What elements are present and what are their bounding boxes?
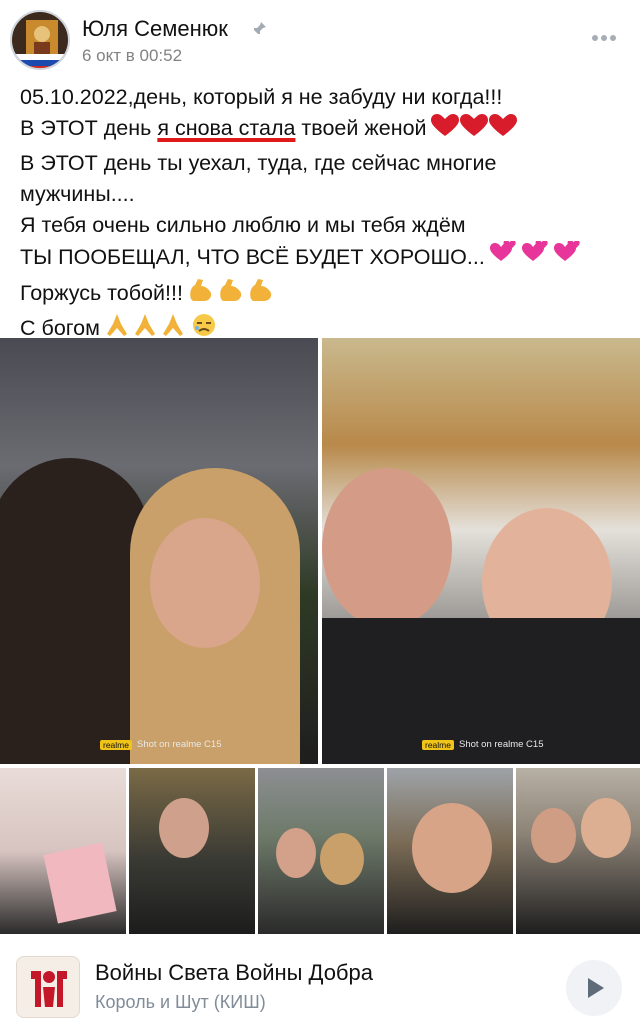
underlined-phrase: я снова стала: [157, 116, 296, 141]
post-line-3: В ЭТОТ день ты уехал, туда, где сейчас м…: [20, 150, 497, 175]
photo-certificate[interactable]: [0, 768, 126, 934]
post-line-7: Горжусь тобой!!!: [20, 277, 620, 312]
track-title[interactable]: Войны Света Войны Добра: [95, 960, 373, 986]
post-date[interactable]: 6 окт в 00:52: [82, 46, 182, 66]
post-line-5: Я тебя очень сильно люблю и мы тебя ждём: [20, 213, 466, 238]
photo-couple-close[interactable]: [516, 768, 640, 934]
post-line-2: В ЭТОТ день я снова стала твоей женой: [20, 113, 620, 147]
album-cover-icon: [16, 956, 80, 1018]
two-hearts-icon: [489, 240, 581, 276]
author-avatar[interactable]: [10, 10, 70, 70]
photo-woman-selfie[interactable]: [387, 768, 513, 934]
photo-selfie-tree[interactable]: realme Shot on realme C15: [322, 338, 640, 764]
photo-grid: realme Shot on realme C15 realme Shot on r…: [0, 338, 640, 934]
post-line-6: ТЫ ПООБЕЩАЛ, ЧТО ВСЁ БУДЕТ ХОРОШО...: [20, 240, 620, 276]
photo-couple-road[interactable]: [258, 768, 384, 934]
post-line-1: 05.10.2022,день, который я не забуду ни …: [20, 85, 503, 109]
pin-icon: [252, 22, 266, 36]
avatar-icon: [12, 12, 68, 68]
flexed-biceps-icon: [187, 277, 275, 312]
line6-text: ТЫ ПООБЕЩАЛ, ЧТО ВСЁ БУДЕТ ХОРОШО...: [20, 245, 485, 270]
author-name[interactable]: Юля Семенюк: [82, 16, 228, 42]
track-artist[interactable]: Король и Шут (КИШ): [95, 992, 266, 1013]
line2-pre: В ЭТОТ день: [20, 116, 158, 141]
audio-attachment[interactable]: Войны Света Войны Добра Король и Шут (КИ…: [0, 944, 640, 1031]
more-dots-icon[interactable]: [592, 28, 620, 44]
line2-post: твоей женой: [295, 116, 427, 141]
photo-kiss[interactable]: realme Shot on realme C15: [0, 338, 318, 764]
red-heart-icon: [430, 114, 517, 147]
line8-text: С богом: [20, 316, 100, 341]
photo-watermark: realme Shot on realme C15: [100, 739, 221, 750]
play-icon: [588, 978, 604, 998]
photo-watermark: realme Shot on realme C15: [422, 739, 543, 750]
post-text: 05.10.2022,день, который я не забуду ни …: [20, 82, 620, 347]
post-line-4: мужчины....: [20, 181, 135, 206]
photo-bench[interactable]: [129, 768, 255, 934]
line7-text: Горжусь тобой!!!: [20, 280, 183, 305]
post-header: Юля Семенюк 6 окт в 00:52: [0, 0, 640, 74]
play-button[interactable]: [566, 960, 622, 1016]
